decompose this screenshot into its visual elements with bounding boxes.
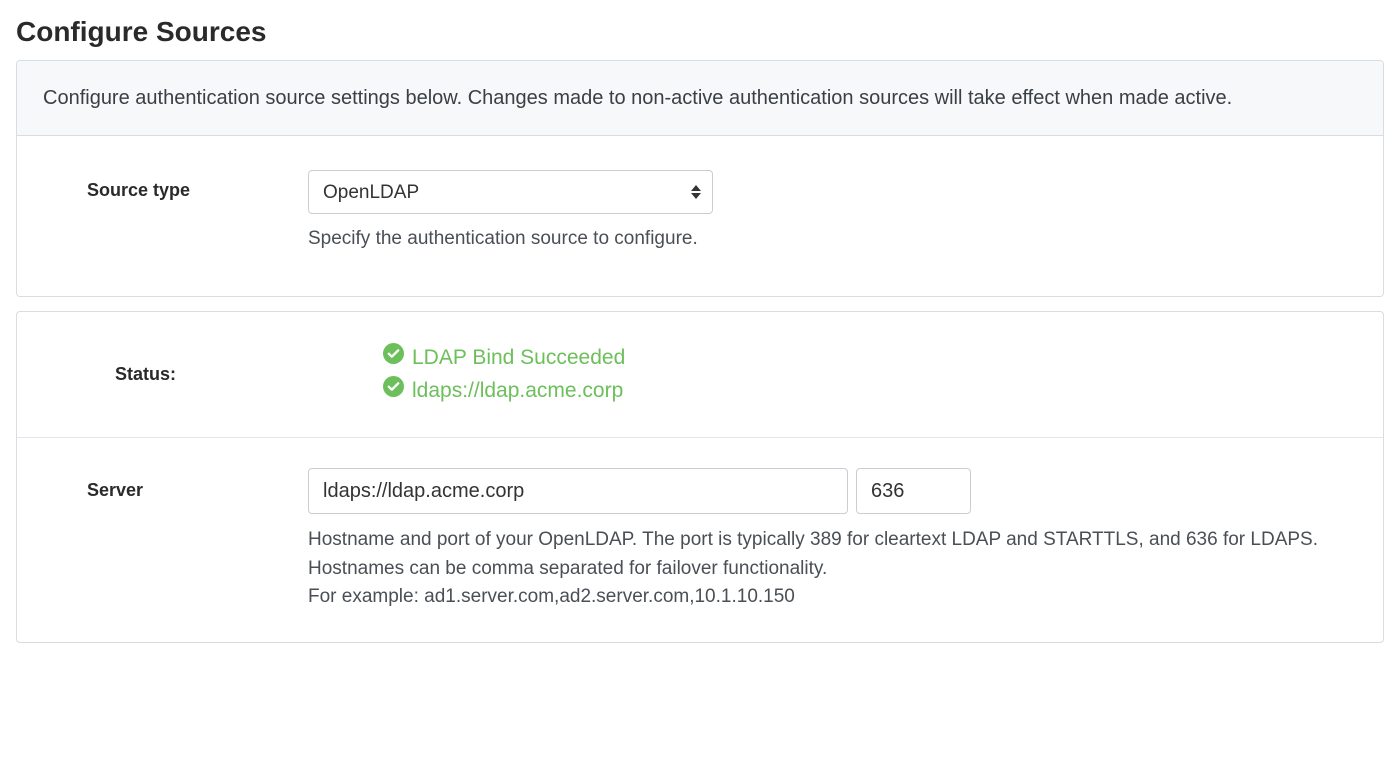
source-type-help: Specify the authentication source to con… xyxy=(308,228,1357,250)
status-item-bind-succeeded: LDAP Bind Succeeded xyxy=(383,342,1357,375)
source-type-select[interactable]: OpenLDAP xyxy=(308,170,713,214)
status-item-host: ldaps://ldap.acme.corp xyxy=(383,375,1357,408)
server-host-input[interactable] xyxy=(308,468,848,514)
panel-intro-text: Configure authentication source settings… xyxy=(17,61,1383,136)
server-label: Server xyxy=(87,480,143,500)
ldap-config-panel: Status: LDAP Bind Succeeded xyxy=(16,311,1384,643)
page-title: Configure Sources xyxy=(16,16,1384,48)
source-type-row: Source type OpenLDAP Specify the authent… xyxy=(43,170,1357,250)
status-label: Status: xyxy=(115,364,176,384)
server-row: Server Hostname and port of your OpenLDA… xyxy=(43,468,1357,612)
status-row: Status: LDAP Bind Succeeded xyxy=(43,342,1357,407)
check-circle-icon xyxy=(383,375,404,408)
server-help-text: Hostname and port of your OpenLDAP. The … xyxy=(308,526,1324,612)
status-item-text: LDAP Bind Succeeded xyxy=(412,342,625,375)
server-port-input[interactable] xyxy=(856,468,971,514)
source-type-panel: Configure authentication source settings… xyxy=(16,60,1384,297)
check-circle-icon xyxy=(383,342,404,375)
status-item-text: ldaps://ldap.acme.corp xyxy=(412,375,623,408)
source-type-label: Source type xyxy=(87,180,190,200)
